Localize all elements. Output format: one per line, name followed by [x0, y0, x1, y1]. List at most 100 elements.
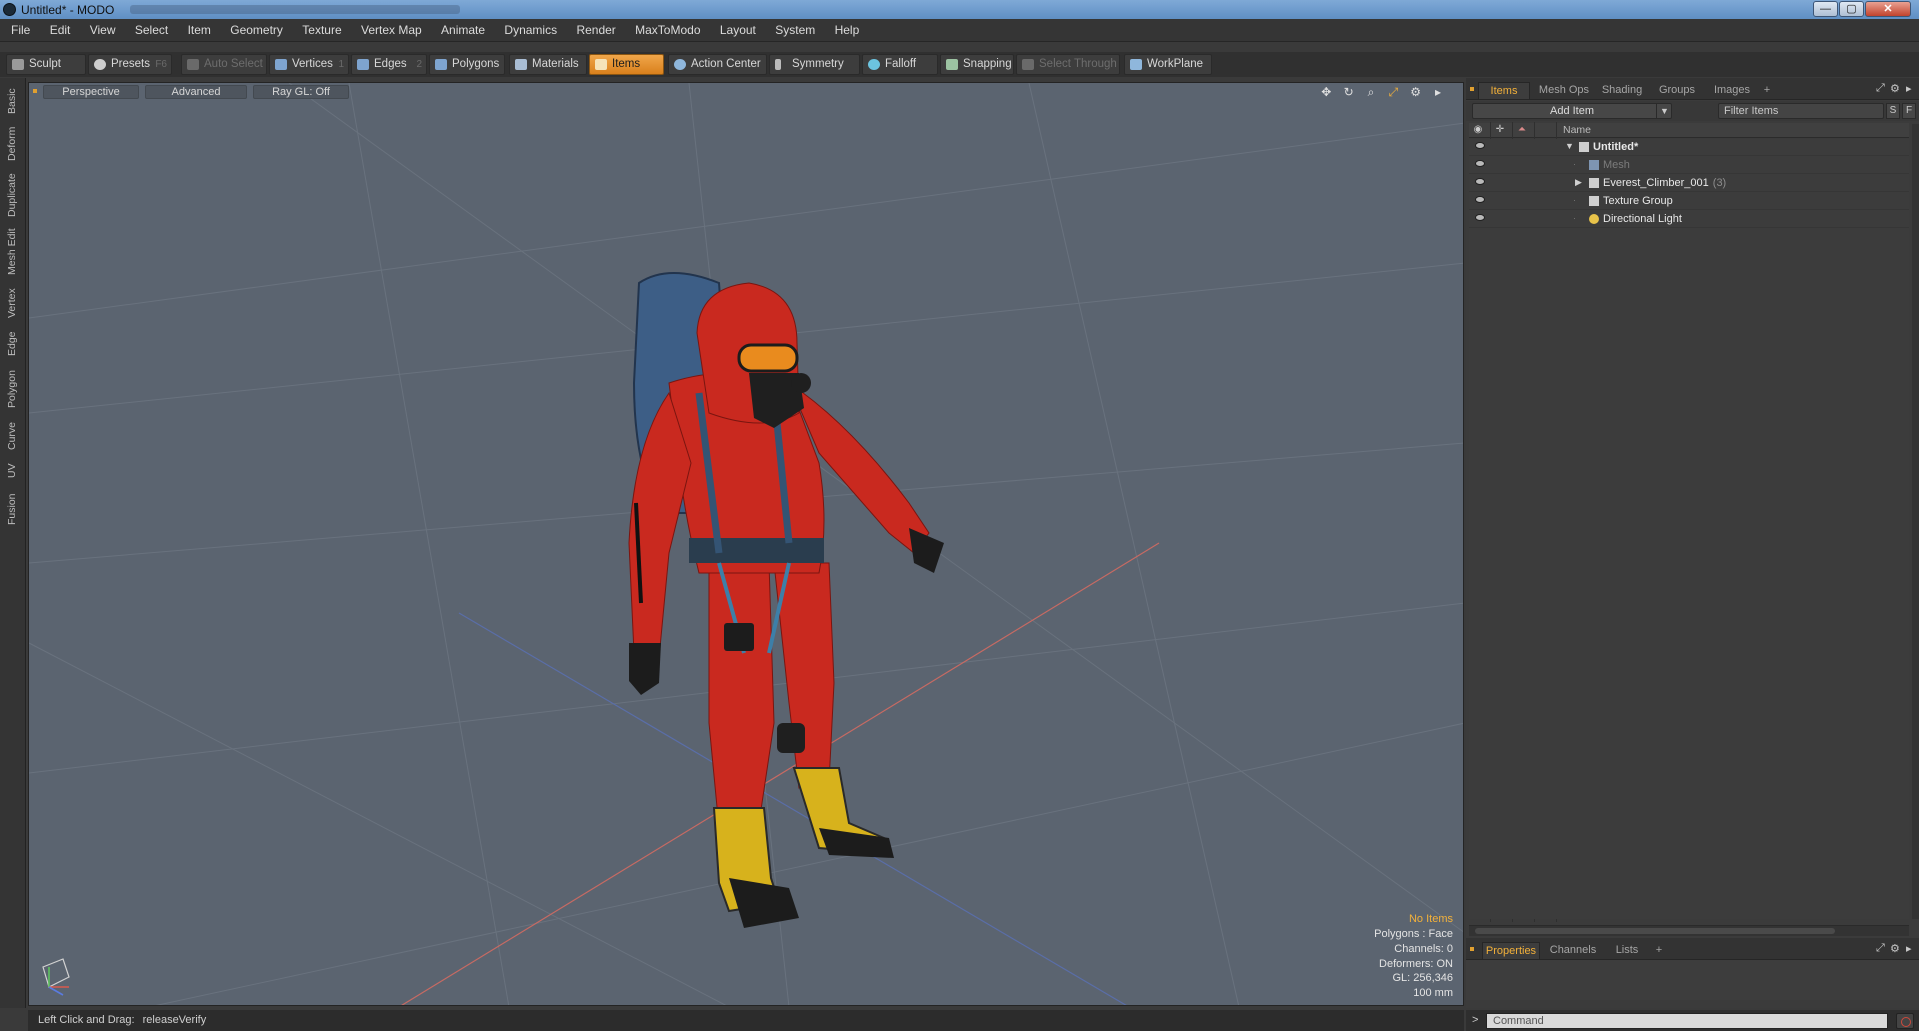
add-tab-button[interactable]: + [1760, 82, 1774, 99]
view-mode-button[interactable]: Perspective [43, 85, 139, 99]
tab-images[interactable]: Images [1706, 82, 1758, 99]
tree-row-everest-climber[interactable]: ▶ Everest_Climber_001 (3) [1469, 175, 1909, 192]
arrow-right-icon[interactable]: ▸ [1431, 85, 1445, 99]
tab-edge[interactable]: Edge [3, 328, 22, 360]
action-center-button[interactable]: Action Center [668, 54, 767, 75]
tree-row-texture-group[interactable]: · Texture Group [1469, 193, 1909, 210]
falloff-button[interactable]: Falloff [862, 54, 938, 75]
eye-icon[interactable] [1475, 196, 1485, 203]
expand-panel-icon[interactable]: ⤢ [1876, 942, 1885, 955]
add-item-dropdown-icon[interactable]: ▼ [1656, 103, 1672, 119]
filter-items-input[interactable] [1718, 103, 1884, 119]
tab-shading[interactable]: Shading [1596, 82, 1648, 99]
menu-view[interactable]: View [82, 19, 124, 42]
tree-row-mesh[interactable]: · Mesh [1469, 157, 1909, 174]
tab-curve[interactable]: Curve [3, 418, 22, 454]
tab-basic[interactable]: Basic [3, 84, 22, 118]
filter-f-button[interactable]: F [1902, 103, 1916, 119]
menu-dynamics[interactable]: Dynamics [496, 19, 565, 42]
workplane-button[interactable]: WorkPlane [1124, 54, 1212, 75]
tab-groups[interactable]: Groups [1652, 82, 1702, 99]
polygons-button[interactable]: Polygons [429, 54, 505, 75]
render-column-icon[interactable]: ⏶ [1515, 124, 1529, 136]
materials-button[interactable]: Materials [509, 54, 587, 75]
expand-down-icon[interactable]: ▼ [1565, 141, 1574, 151]
menu-texture[interactable]: Texture [294, 19, 349, 42]
record-macro-button[interactable] [1896, 1013, 1914, 1029]
add-tab-button[interactable]: + [1652, 942, 1666, 959]
maximize-button[interactable]: ▢ [1839, 1, 1864, 17]
menu-help[interactable]: Help [827, 19, 868, 42]
close-button[interactable]: ✕ [1865, 1, 1911, 17]
zoom-icon[interactable]: ⌕ [1364, 85, 1378, 99]
tab-mesh-edit[interactable]: Mesh Edit [3, 226, 22, 278]
eye-icon[interactable] [1475, 142, 1485, 149]
menu-item[interactable]: Item [180, 19, 219, 42]
tab-uv[interactable]: UV [3, 460, 22, 482]
vertices-button[interactable]: Vertices 1 [269, 54, 349, 75]
add-item-button[interactable]: Add Item [1472, 103, 1672, 119]
name-column-header[interactable]: Name [1563, 124, 1591, 136]
brush-icon [12, 59, 24, 70]
menu-bar: File Edit View Select Item Geometry Text… [0, 19, 1919, 42]
minimize-button[interactable]: — [1813, 1, 1838, 17]
deformers-info: Deformers: ON [1379, 957, 1453, 970]
menu-vertex-map[interactable]: Vertex Map [353, 19, 430, 42]
menu-system[interactable]: System [767, 19, 823, 42]
tree-vertical-scrollbar[interactable] [1912, 124, 1919, 919]
3d-viewport[interactable]: Perspective Advanced Ray GL: Off ✥ ↻ ⌕ ⤢… [28, 82, 1464, 1006]
edges-button[interactable]: Edges 2 [351, 54, 427, 75]
menu-animate[interactable]: Animate [433, 19, 493, 42]
items-button[interactable]: Items [589, 54, 664, 75]
menu-select[interactable]: Select [127, 19, 176, 42]
tree-row-directional-light[interactable]: · Directional Light [1469, 211, 1909, 228]
expand-right-icon[interactable]: ▶ [1575, 177, 1582, 188]
eye-icon[interactable] [1475, 214, 1485, 221]
scrollbar-thumb[interactable] [1475, 928, 1835, 934]
symmetry-button[interactable]: Symmetry [769, 54, 860, 75]
panel-gear-icon[interactable]: ⚙ [1890, 942, 1900, 955]
maximize-icon[interactable]: ⤢ [1386, 85, 1400, 99]
panel-menu-arrow-icon[interactable]: ▸ [1906, 82, 1912, 95]
tab-properties[interactable]: Properties [1482, 942, 1540, 959]
expand-panel-icon[interactable]: ⤢ [1876, 82, 1885, 95]
menu-maxtomodo[interactable]: MaxToModo [627, 19, 708, 42]
tab-fusion[interactable]: Fusion [3, 488, 22, 530]
tab-deform[interactable]: Deform [3, 124, 22, 164]
tab-channels[interactable]: Channels [1544, 942, 1602, 959]
tab-polygon[interactable]: Polygon [3, 366, 22, 412]
rotate-icon[interactable]: ↻ [1342, 85, 1356, 99]
raygl-button[interactable]: Ray GL: Off [253, 85, 349, 99]
panel-menu-arrow-icon[interactable]: ▸ [1906, 942, 1912, 955]
gear-icon[interactable]: ⚙ [1409, 85, 1423, 99]
everest-climber-model[interactable] [628, 272, 944, 928]
tree-horizontal-scrollbar[interactable] [1469, 925, 1909, 936]
tab-vertex[interactable]: Vertex [3, 284, 22, 322]
menu-render[interactable]: Render [568, 19, 623, 42]
shading-mode-button[interactable]: Advanced [145, 85, 247, 99]
tab-mesh-ops[interactable]: Mesh Ops [1534, 82, 1594, 99]
auto-select-button[interactable]: Auto Select [181, 54, 267, 75]
move-icon[interactable]: ✥ [1319, 85, 1333, 99]
menu-layout[interactable]: Layout [712, 19, 764, 42]
menu-edit[interactable]: Edit [42, 19, 79, 42]
snapping-button[interactable]: Snapping [940, 54, 1014, 75]
lock-column-icon[interactable]: ✛ [1493, 124, 1507, 136]
panel-gear-icon[interactable]: ⚙ [1890, 82, 1900, 95]
viewport-scene[interactable] [29, 83, 1464, 1006]
tab-lists[interactable]: Lists [1606, 942, 1648, 959]
visibility-column-icon[interactable]: ◉ [1471, 124, 1485, 136]
command-input[interactable] [1486, 1013, 1888, 1029]
select-through-button[interactable]: Select Through [1016, 54, 1120, 75]
tree-row-untitled[interactable]: ▼ Untitled* [1469, 139, 1909, 156]
mesh-icon [1589, 160, 1599, 170]
tab-items[interactable]: Items [1478, 82, 1530, 99]
filter-s-button[interactable]: S [1886, 103, 1900, 119]
eye-icon[interactable] [1475, 160, 1485, 167]
sculpt-button[interactable]: Sculpt [6, 54, 86, 75]
tab-duplicate[interactable]: Duplicate [3, 170, 22, 220]
menu-geometry[interactable]: Geometry [222, 19, 291, 42]
eye-icon[interactable] [1475, 178, 1485, 185]
presets-button[interactable]: Presets F6 [88, 54, 172, 75]
menu-file[interactable]: File [0, 19, 38, 42]
